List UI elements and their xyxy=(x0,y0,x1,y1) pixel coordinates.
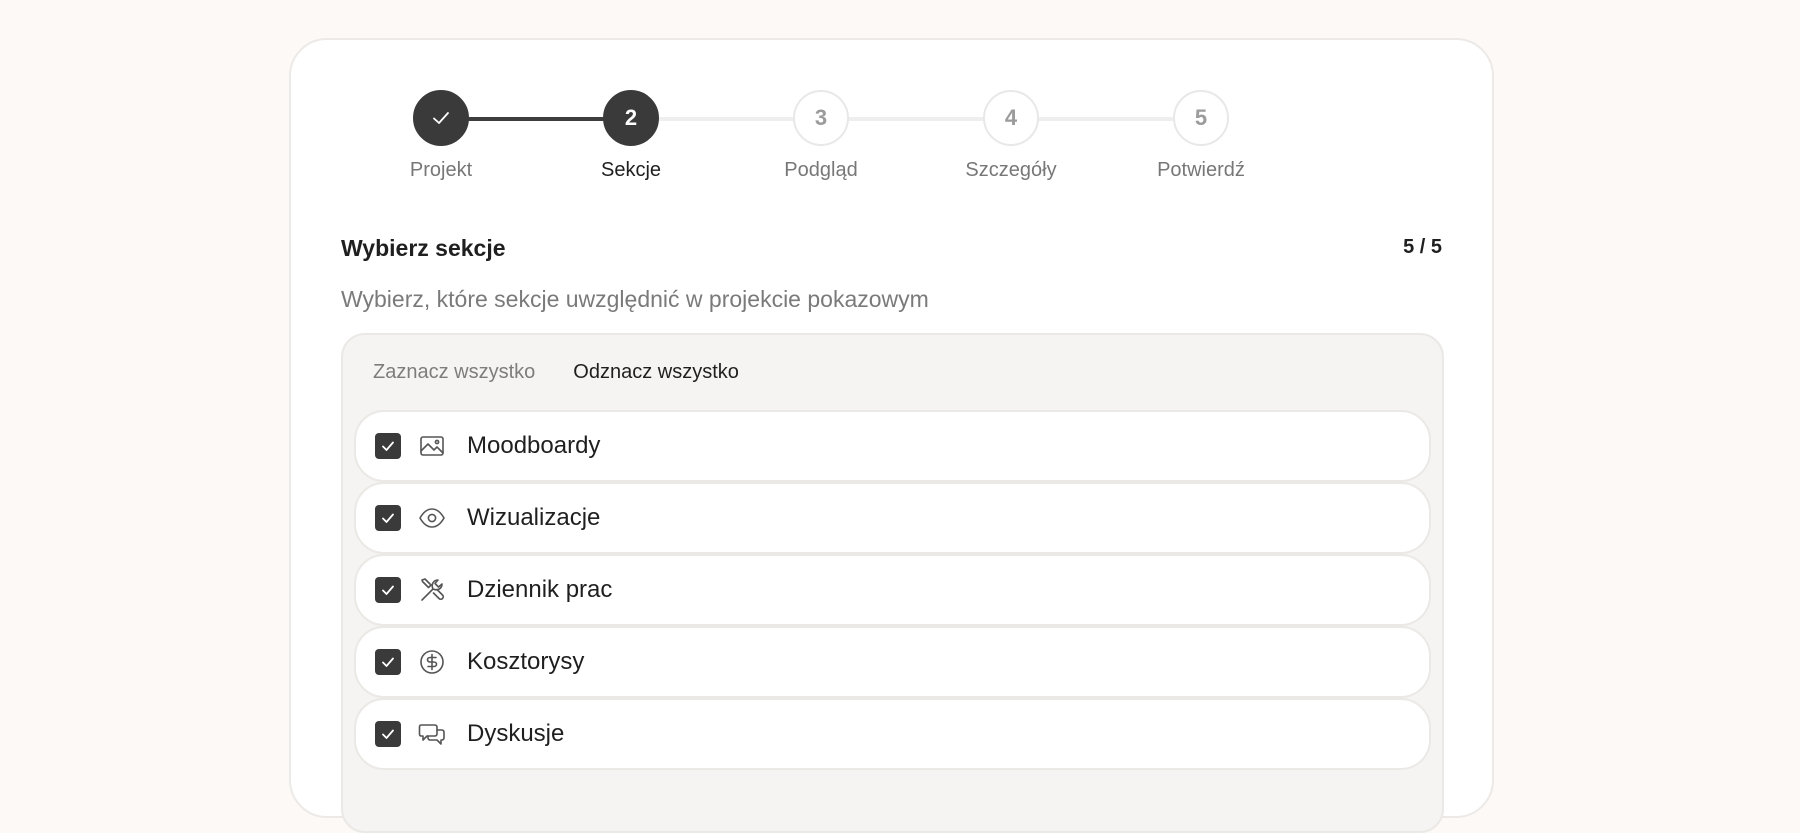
selected-count: 5 / 5 xyxy=(1403,236,1442,258)
checkbox-checked[interactable] xyxy=(375,721,401,747)
section-item-label: Moodboardy xyxy=(467,432,601,459)
checkmark-icon xyxy=(382,729,394,739)
checkbox-checked[interactable] xyxy=(375,649,401,675)
step-4-label: Szczegóły xyxy=(965,159,1057,181)
checkmark-icon xyxy=(433,112,449,124)
section-description: Wybierz, które sekcje uwzględnić w proje… xyxy=(341,286,929,312)
step-potwierdz[interactable]: 5 Potwierdź xyxy=(1131,90,1271,182)
section-item-moodboardy[interactable]: Moodboardy xyxy=(354,410,1431,482)
section-item-kosztorysy[interactable]: Kosztorysy xyxy=(354,626,1431,698)
step-1-label: Projekt xyxy=(409,159,473,181)
checkmark-icon xyxy=(382,513,394,523)
image-icon xyxy=(418,432,446,460)
tools-icon xyxy=(418,576,446,604)
deselect-all-button[interactable]: Odznacz wszystko xyxy=(573,361,739,384)
step-1-circle xyxy=(413,90,469,146)
panel-actions: Zaznacz wszystko Odznacz wszystko xyxy=(373,361,739,384)
step-podglad[interactable]: 3 Podgląd xyxy=(751,90,891,182)
step-3-circle: 3 xyxy=(793,90,849,146)
section-item-dyskusje[interactable]: Dyskusje xyxy=(354,698,1431,770)
checkbox-checked[interactable] xyxy=(375,505,401,531)
step-projekt[interactable]: Projekt xyxy=(371,90,511,182)
step-2-label: Sekcje xyxy=(600,159,662,181)
step-5-label: Potwierdź xyxy=(1157,159,1245,181)
section-item-label: Wizualizacje xyxy=(467,504,601,531)
checkmark-icon xyxy=(382,585,394,595)
step-sekcje[interactable]: 2 Sekcje xyxy=(561,90,701,182)
section-item-dziennik-prac[interactable]: Dziennik prac xyxy=(354,554,1431,626)
checkbox-checked[interactable] xyxy=(375,433,401,459)
section-item-label: Dziennik prac xyxy=(467,576,613,603)
step-5-circle: 5 xyxy=(1173,90,1229,146)
section-item-label: Dyskusje xyxy=(467,720,565,747)
checkmark-icon xyxy=(382,441,394,451)
sections-panel: Zaznacz wszystko Odznacz wszystko Moodbo… xyxy=(341,333,1444,833)
step-3-label: Podgląd xyxy=(784,159,858,181)
eye-icon xyxy=(418,504,446,532)
checkbox-checked[interactable] xyxy=(375,577,401,603)
wizard-card: Projekt 2 Sekcje 3 Podgląd 4 Szczegóły 5… xyxy=(289,38,1494,833)
section-item-wizualizacje[interactable]: Wizualizacje xyxy=(354,482,1431,554)
dollar-circle-icon xyxy=(418,648,446,676)
chat-bubbles-icon xyxy=(418,720,446,748)
section-title: Wybierz sekcje xyxy=(341,235,506,261)
select-all-button[interactable]: Zaznacz wszystko xyxy=(373,361,535,384)
step-4-circle: 4 xyxy=(983,90,1039,146)
step-2-circle: 2 xyxy=(603,90,659,146)
checkmark-icon xyxy=(382,657,394,667)
step-szczegoly[interactable]: 4 Szczegóły xyxy=(941,90,1081,182)
stepper: Projekt 2 Sekcje 3 Podgląd 4 Szczegóły 5… xyxy=(291,40,1492,200)
section-item-label: Kosztorysy xyxy=(467,648,585,675)
